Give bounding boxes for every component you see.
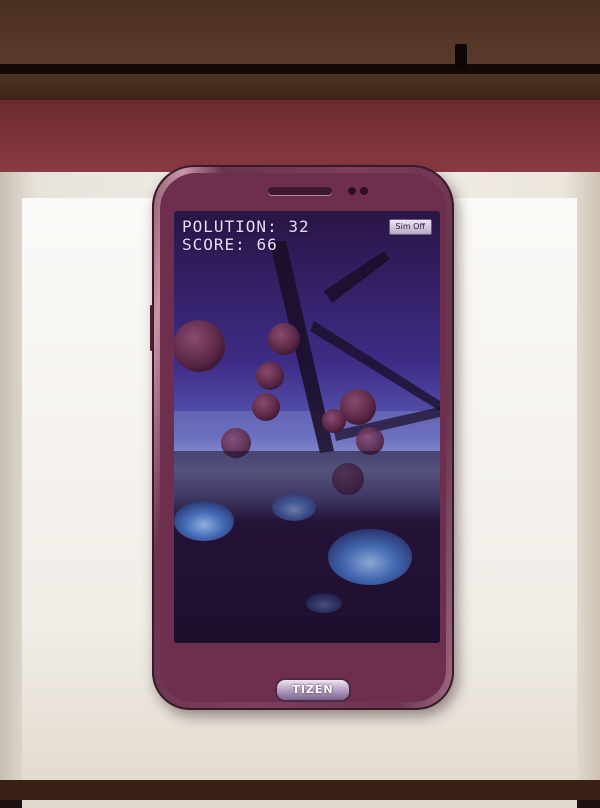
pollution-bubble (252, 393, 280, 421)
rail-clamp (455, 44, 467, 70)
game-screen[interactable]: POLUTION: 32 SCORE: 66 Sim Off (174, 211, 440, 643)
pollution-bubble (174, 320, 225, 372)
ceiling (0, 0, 600, 100)
pollution-bubble (268, 323, 300, 355)
jellyfish (174, 501, 234, 541)
pollution-counter: POLUTION: 32 (182, 217, 310, 236)
home-button[interactable]: TIZEN (275, 678, 351, 702)
proximity-sensor (360, 187, 368, 195)
phone-body: POLUTION: 32 SCORE: 66 Sim Off TIZEN (160, 173, 446, 702)
jellyfish (328, 529, 412, 585)
pollution-bubble (322, 409, 346, 433)
volume-key[interactable] (150, 305, 153, 351)
pollution-label: POLUTION: (182, 217, 278, 236)
ceiling-rail (0, 64, 600, 74)
earpiece (268, 187, 332, 195)
sim-toggle-button[interactable]: Sim Off (388, 219, 432, 235)
score-value: 66 (256, 235, 278, 254)
pollution-value: 32 (288, 217, 310, 236)
score-label: SCORE: (182, 235, 246, 254)
floor-band (0, 780, 600, 800)
jellyfish (306, 593, 342, 613)
smartphone: POLUTION: 32 SCORE: 66 Sim Off TIZEN (150, 165, 454, 710)
game-scene (174, 211, 440, 643)
pollution-bubble (256, 362, 284, 390)
pollution-bubble (356, 427, 384, 455)
score-counter: SCORE: 66 (182, 235, 278, 254)
jellyfish (272, 493, 316, 521)
front-camera-icon (348, 187, 356, 195)
